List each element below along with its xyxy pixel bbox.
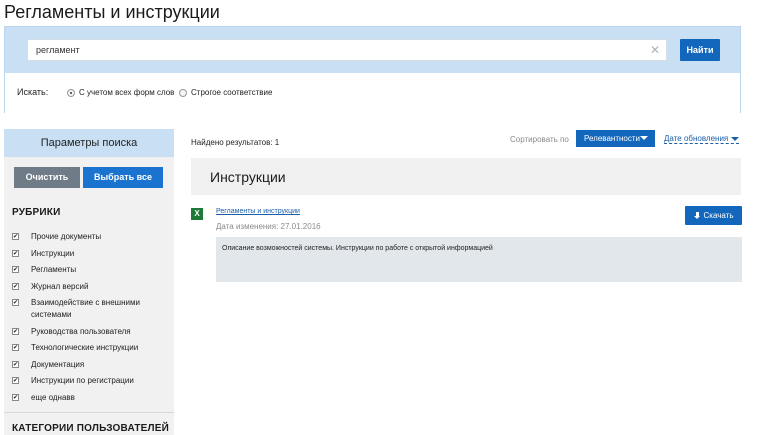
checkbox-icon[interactable] (12, 393, 19, 401)
results-count: Найдено результатов: 1 (191, 138, 280, 147)
sidebar-header: Параметры поиска (4, 129, 174, 157)
page-title: Регламенты и инструкции (4, 2, 220, 22)
rubric-item[interactable]: Инструкции по регистрации (12, 375, 168, 387)
radio-label: Строгое соответствие (191, 88, 273, 97)
select-all-button[interactable]: Выбрать все (83, 167, 163, 188)
radio-selected-icon (67, 88, 75, 97)
download-icon (693, 212, 701, 219)
radio-all-word-forms[interactable]: С учетом всех форм слов (67, 88, 174, 97)
radio-label: С учетом всех форм слов (79, 88, 175, 97)
rubric-label: Журнал версий (31, 281, 89, 291)
document-date: Дата изменения: 27.01.2016 (216, 222, 321, 231)
checkbox-icon[interactable] (12, 249, 19, 257)
download-button[interactable]: Скачать (685, 206, 742, 225)
rubric-item[interactable]: Инструкции (12, 248, 168, 260)
rubric-label: Прочие документы (31, 232, 102, 241)
rubric-item[interactable]: Прочие документы (12, 231, 168, 243)
document-link[interactable]: Регламенты и инструкции (216, 208, 300, 215)
rubric-label: Документация (31, 359, 85, 369)
rubric-label: Руководства пользователя (31, 326, 131, 336)
radio-icon (179, 88, 187, 97)
rubric-item[interactable]: Взаимодействие с внешними системами (12, 297, 168, 321)
search-input[interactable]: регламент (27, 39, 667, 61)
radio-strict-match[interactable]: Строгое соответствие (179, 88, 272, 97)
search-options: Искать: С учетом всех форм слов Строгое … (5, 73, 740, 113)
excel-icon: X (191, 208, 203, 220)
checkbox-icon[interactable] (12, 344, 19, 351)
rubric-label: Взаимодействие с внешними системами (31, 298, 140, 319)
rubric-item[interactable]: Технологические инструкции (12, 342, 168, 354)
category-header: Инструкции (191, 158, 741, 195)
rubric-label: еще однавв (31, 392, 75, 402)
close-icon[interactable]: ✕ (650, 41, 660, 59)
rubric-label: Инструкции (31, 248, 75, 258)
checkbox-icon[interactable] (12, 377, 19, 384)
search-for-label: Искать: (17, 87, 49, 97)
rubric-item[interactable]: Регламенты (12, 264, 168, 276)
sort-date-link[interactable]: Дате обновления (664, 134, 740, 144)
search-button[interactable]: Найти (680, 39, 720, 61)
checkbox-icon[interactable] (12, 266, 19, 273)
checkbox-icon[interactable] (12, 282, 19, 290)
description-text: Описание возможностей системы. Инструкци… (222, 245, 493, 252)
checkbox-icon[interactable] (12, 233, 19, 240)
document-description: Описание возможностей системы. Инструкци… (216, 237, 742, 282)
rubric-label: Инструкции по регистрации (31, 376, 134, 385)
search-bar: регламент ✕ Найти (5, 27, 740, 73)
rubric-list: Прочие документы Инструкции Регламенты Ж… (12, 231, 168, 408)
category-title: Инструкции (210, 169, 286, 185)
rubrics-title: РУБРИКИ (12, 207, 61, 218)
user-categories-title: КАТЕГОРИИ ПОЛЬЗОВАТЕЛЕЙ (12, 423, 170, 434)
rubric-label: Регламенты (31, 265, 77, 274)
search-panel: регламент ✕ Найти Искать: С учетом всех … (4, 26, 741, 113)
chevron-down-icon (731, 136, 740, 141)
clear-button[interactable]: Очистить (14, 167, 80, 188)
rubric-label: Технологические инструкции (31, 343, 139, 352)
sort-label: Сортировать по (510, 135, 569, 144)
sort-relevance-button[interactable]: Релевантности (576, 130, 655, 147)
checkbox-icon[interactable] (12, 299, 19, 306)
sort-relevance-label: Релевантности (584, 134, 640, 143)
rubric-item[interactable]: Журнал версий (12, 281, 168, 293)
rubric-item[interactable]: еще однавв (12, 392, 168, 404)
rubric-item[interactable]: Документация (12, 359, 168, 371)
checkbox-icon[interactable] (12, 360, 19, 368)
divider (4, 412, 174, 413)
checkbox-icon[interactable] (12, 327, 19, 335)
rubric-item[interactable]: Руководства пользователя (12, 326, 168, 338)
sort-date-label: Дате обновления (664, 134, 729, 143)
sidebar: Параметры поиска Очистить Выбрать все РУ… (4, 129, 174, 435)
chevron-down-icon (640, 136, 648, 140)
download-label: Скачать (703, 211, 734, 220)
